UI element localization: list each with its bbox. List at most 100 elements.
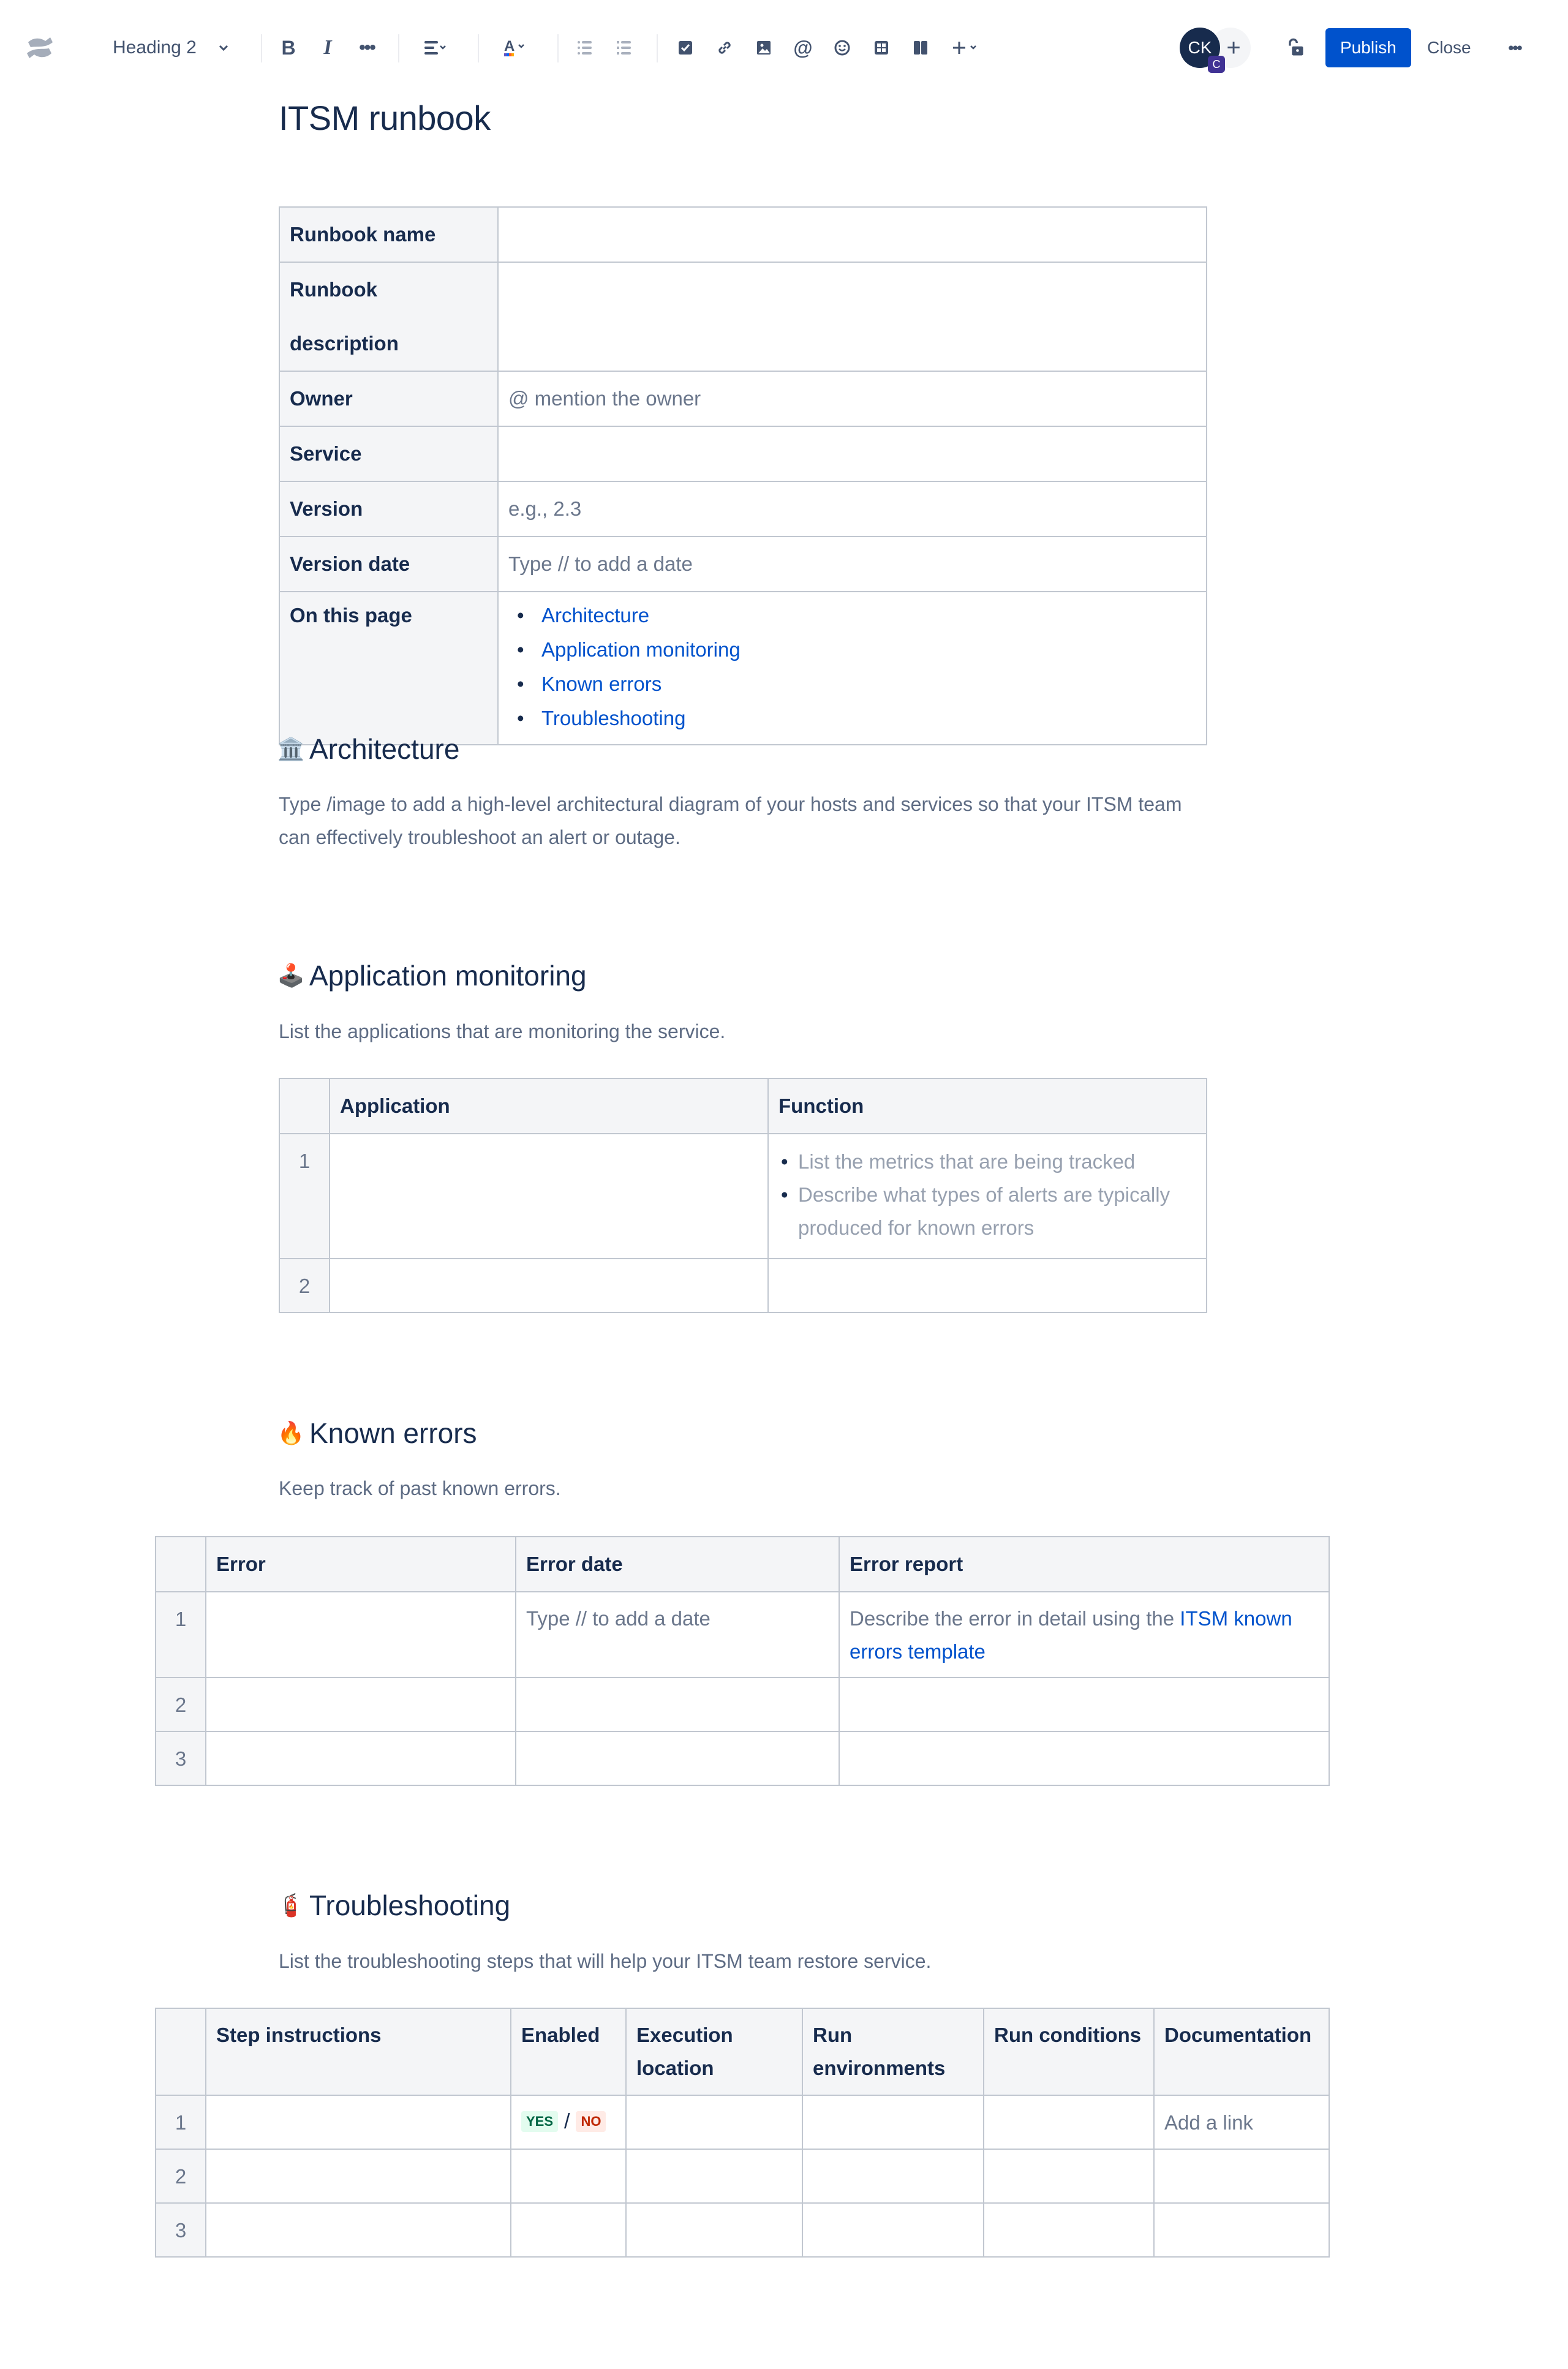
separator-text: / [564,2110,570,2134]
toc-link-troubleshooting[interactable]: Troubleshooting [541,707,685,729]
insert-button[interactable] [944,32,987,63]
execution-location-cell[interactable] [625,2149,803,2204]
table-row: On this page Architecture Application mo… [279,591,1207,745]
info-label: Runbook description [279,262,499,372]
link-button[interactable] [709,32,740,63]
enabled-cell[interactable] [510,2202,627,2258]
enabled-cell[interactable] [510,2149,627,2204]
service-cell[interactable] [497,426,1207,482]
troubleshooting-table: Step instructions Enabled Execution loca… [155,2008,1330,2258]
run-conditions-cell[interactable] [983,2202,1155,2258]
error-cell[interactable] [205,1677,516,1732]
page-title[interactable]: ITSM runbook [279,98,491,138]
documentation-cell[interactable] [1153,2202,1330,2258]
version-cell[interactable]: e.g., 2.3 [497,481,1207,537]
text-color-button[interactable]: A [494,32,537,63]
run-environments-cell[interactable] [802,2202,984,2258]
toolbar-divider [261,34,262,62]
text-style-dropdown[interactable]: Heading 2 [113,37,230,58]
toc-link-application-monitoring[interactable]: Application monitoring [541,638,741,661]
runbook-description-cell[interactable] [497,262,1207,372]
table-button[interactable] [866,32,897,63]
more-formatting-button[interactable]: ••• [352,32,382,63]
execution-location-cell[interactable] [625,2095,803,2150]
more-actions-button[interactable]: ••• [1499,32,1530,63]
layout-icon [914,41,927,55]
chevron-down-icon [219,45,228,51]
error-cell[interactable] [205,1591,516,1678]
heading-text: Architecture [309,733,460,765]
column-header-documentation: Documentation [1153,2008,1330,2096]
table-header-row: Application Function [279,1078,1207,1134]
error-date-cell[interactable]: Type // to add a date [515,1591,840,1678]
step-instructions-cell[interactable] [205,2149,511,2204]
known-errors-description[interactable]: Keep track of past known errors. [279,1472,1222,1505]
error-cell[interactable] [205,1731,516,1786]
bullet-list-icon [578,41,592,55]
column-header-error: Error [205,1536,516,1592]
step-instructions-cell[interactable] [205,2095,511,2150]
table-header-row: Step instructions Enabled Execution loca… [155,2008,1330,2096]
application-monitoring-description[interactable]: List the applications that are monitorin… [279,1015,1222,1048]
column-header-number [155,2008,206,2096]
architecture-description[interactable]: Type /image to add a high-level architec… [279,788,1216,854]
italic-button[interactable]: I [312,32,343,63]
runbook-name-cell[interactable] [497,206,1207,263]
table-row: Runbook name [279,206,1207,263]
plus-icon [953,42,976,54]
run-environments-cell[interactable] [802,2149,984,2204]
run-conditions-cell[interactable] [983,2149,1155,2204]
column-header-enabled: Enabled [510,2008,627,2096]
documentation-cell[interactable]: Add a link [1153,2095,1330,2150]
column-header-number [279,1078,330,1134]
table-row: 2 [155,1677,1330,1732]
error-date-cell[interactable] [515,1731,840,1786]
function-cell[interactable] [767,1258,1207,1313]
error-report-cell[interactable] [839,1731,1330,1786]
function-cell[interactable]: List the metrics that are being tracked … [767,1133,1207,1259]
bold-icon: B [281,36,296,59]
run-environments-cell[interactable] [802,2095,984,2150]
image-button[interactable] [748,32,779,63]
column-header-function: Function [767,1078,1207,1134]
confluence-logo-icon[interactable] [24,32,55,63]
known-errors-heading: 🔥 Known errors [277,1417,477,1450]
close-button[interactable]: Close [1427,38,1471,58]
enabled-cell[interactable]: YES / NO [510,2095,627,2150]
table-row: 1 YES / NO Add a link [155,2095,1330,2150]
user-avatar[interactable]: CK C [1180,28,1225,73]
execution-location-cell[interactable] [625,2202,803,2258]
restrictions-button[interactable] [1280,32,1311,63]
status-badge-yes[interactable]: YES [521,2111,559,2133]
troubleshooting-description[interactable]: List the troubleshooting steps that will… [279,1945,1222,1978]
action-item-button[interactable] [670,32,701,63]
numbered-list-button[interactable] [609,32,639,63]
version-date-cell[interactable]: Type // to add a date [497,536,1207,592]
emoji-icon [834,40,850,56]
application-cell[interactable] [329,1133,769,1259]
align-button[interactable] [414,32,457,63]
column-header-execution-location: Execution location [625,2008,803,2096]
layouts-button[interactable] [905,32,936,63]
toc-link-architecture[interactable]: Architecture [541,604,649,627]
table-row: 2 [279,1258,1207,1313]
troubleshooting-heading: 🧯 Troubleshooting [277,1889,511,1922]
toc-link-known-errors[interactable]: Known errors [541,672,662,695]
error-report-cell[interactable]: Describe the error in detail using the I… [839,1591,1330,1678]
bold-button[interactable]: B [273,32,304,63]
publish-button[interactable]: Publish [1325,28,1411,67]
owner-cell[interactable]: @ mention the owner [497,371,1207,427]
error-date-cell[interactable] [515,1677,840,1732]
bullet-list-button[interactable] [570,32,600,63]
row-number: 3 [155,1731,206,1786]
table-row: 3 [155,1731,1330,1786]
run-conditions-cell[interactable] [983,2095,1155,2150]
status-badge-no[interactable]: NO [576,2111,606,2133]
error-report-cell[interactable] [839,1677,1330,1732]
step-instructions-cell[interactable] [205,2202,511,2258]
mention-button[interactable]: @ [788,32,818,63]
application-cell[interactable] [329,1258,769,1313]
link-icon [718,42,731,54]
emoji-button[interactable] [827,32,858,63]
documentation-cell[interactable] [1153,2149,1330,2204]
